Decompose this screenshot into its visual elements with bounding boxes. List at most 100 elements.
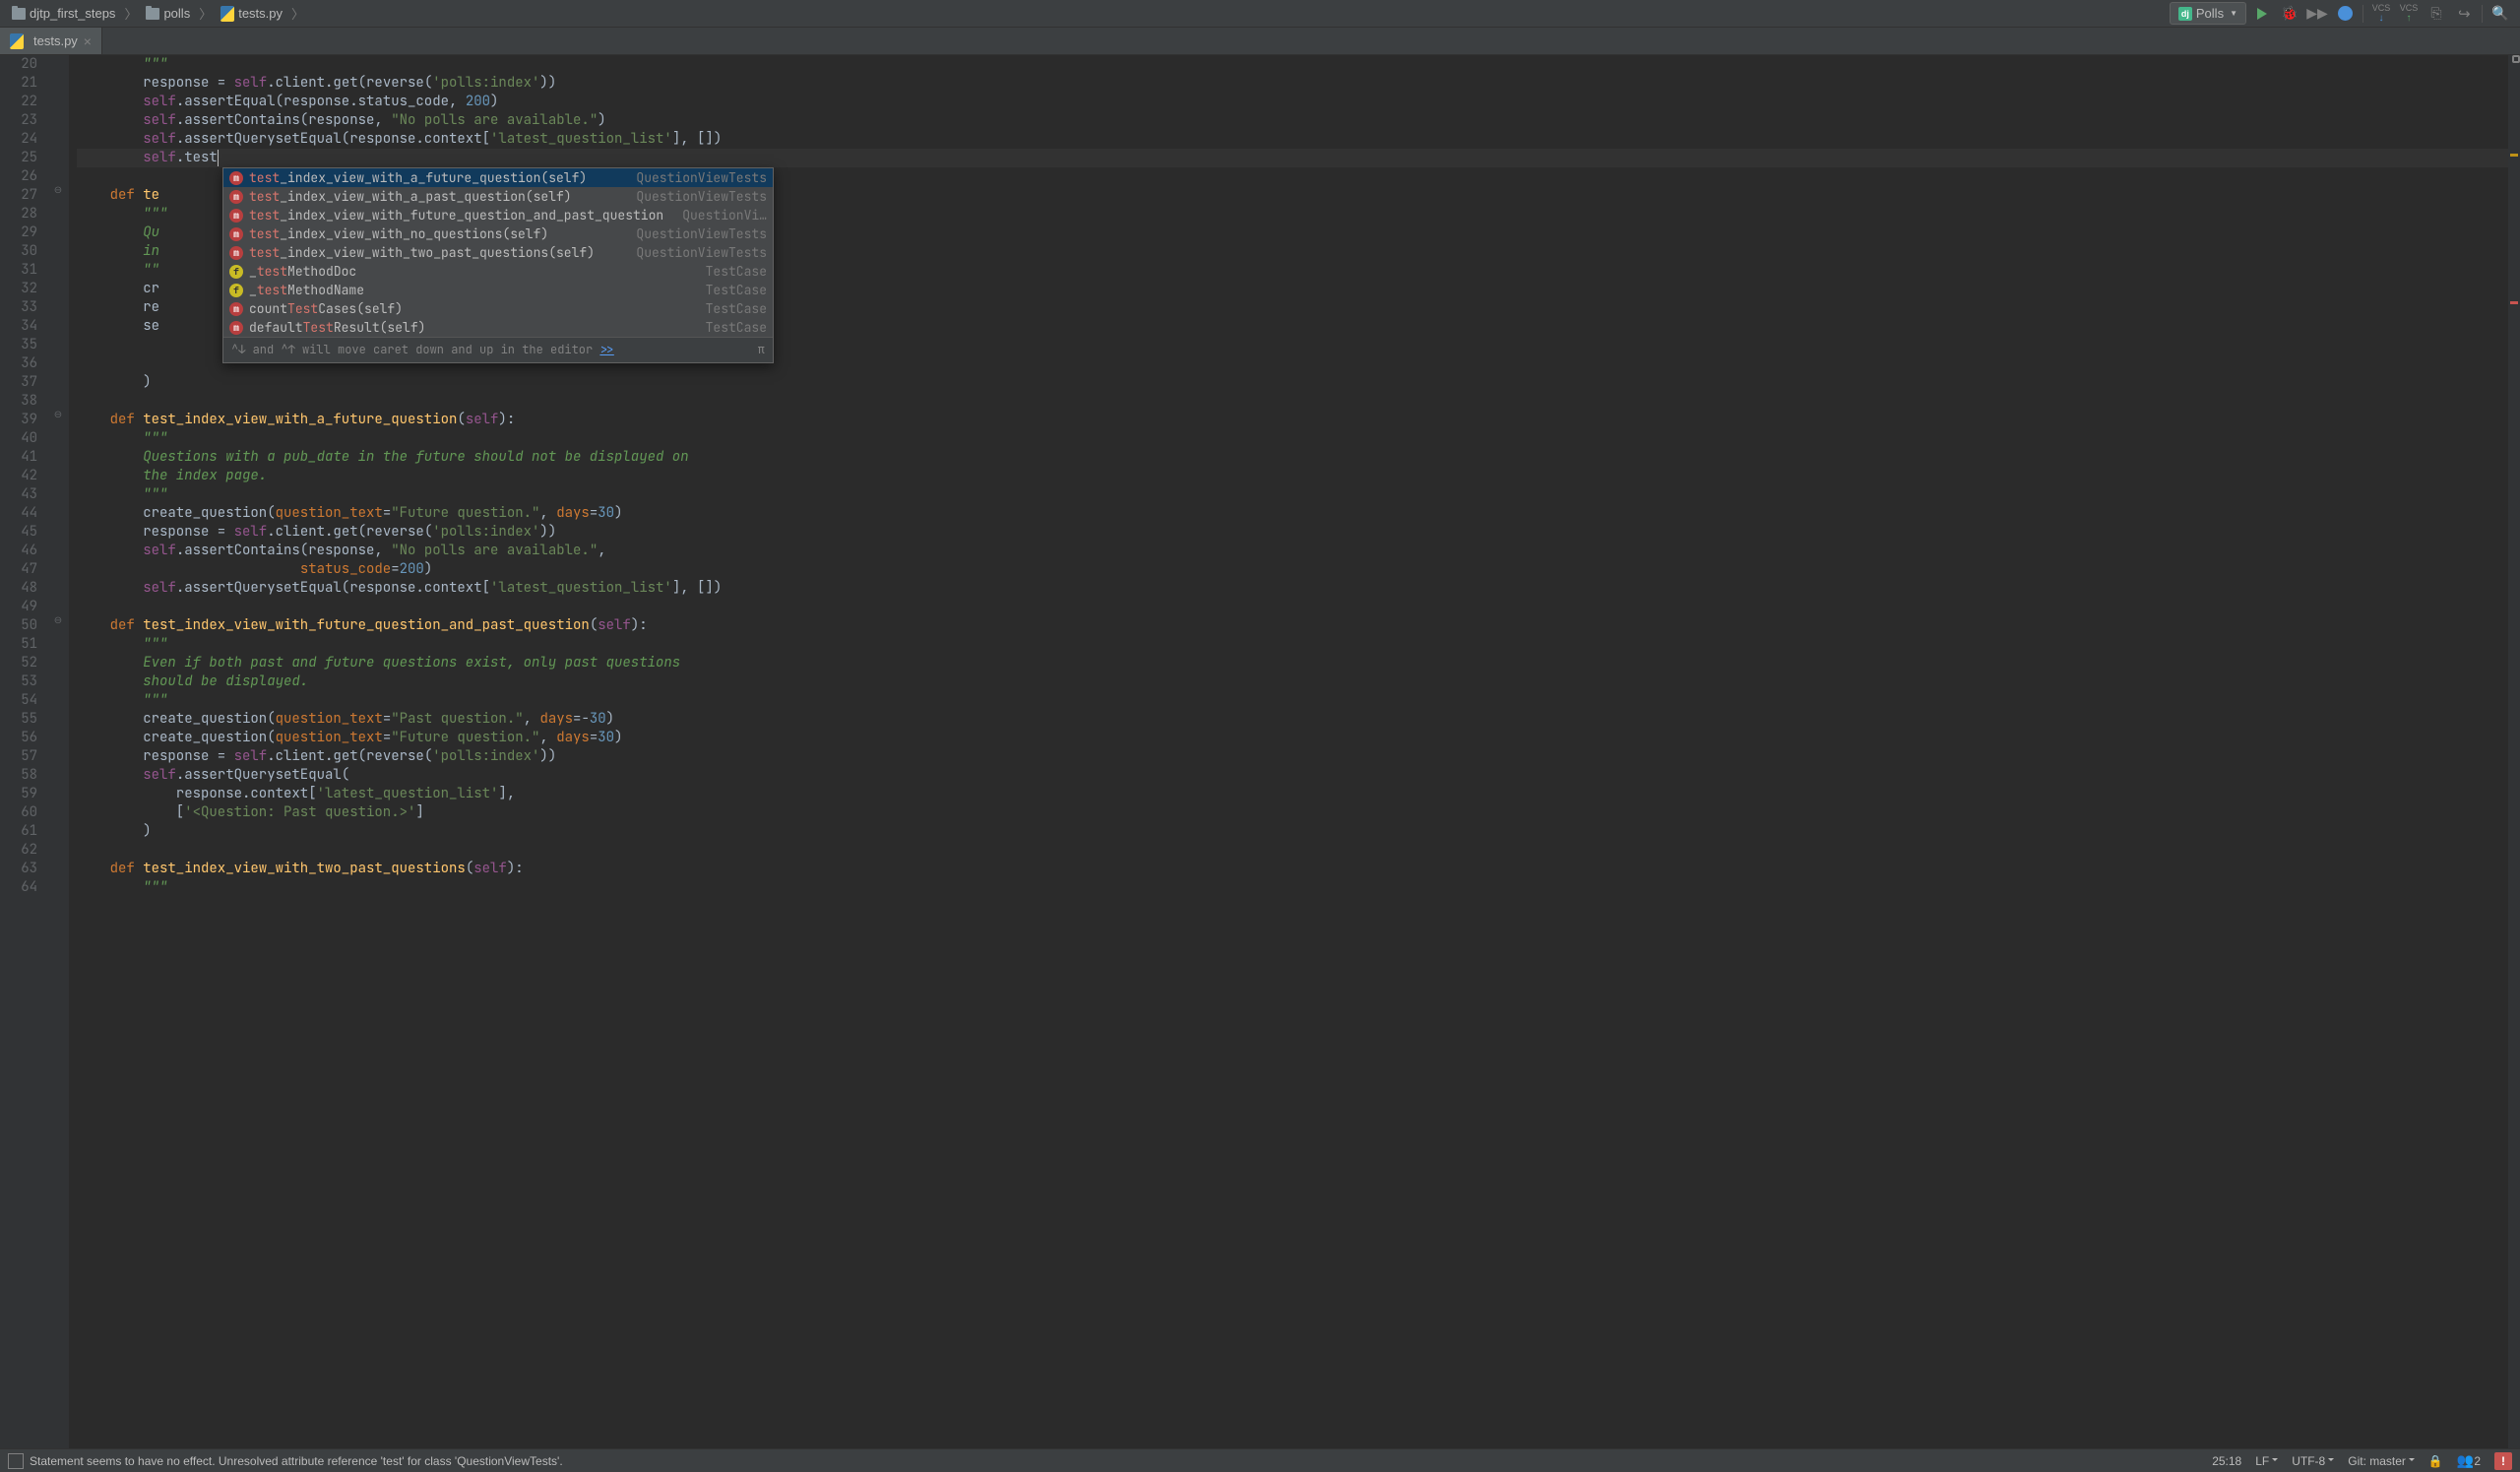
line-number-gutter[interactable]: 2021222324252627282930313233343536373839… bbox=[0, 55, 49, 1448]
coverage-button[interactable]: ▶▶ bbox=[2305, 2, 2329, 26]
line-number[interactable]: 30 bbox=[0, 242, 49, 261]
line-number[interactable]: 39 bbox=[0, 411, 49, 429]
git-branch-dropdown[interactable]: Git: master bbox=[2348, 1454, 2415, 1468]
line-number[interactable]: 51 bbox=[0, 635, 49, 654]
breadcrumb: djtp_first_steps 〉 polls 〉 tests.py 〉 bbox=[0, 4, 2170, 24]
line-number[interactable]: 43 bbox=[0, 485, 49, 504]
completion-item[interactable]: mcountTestCases(self)TestCase bbox=[223, 299, 773, 318]
scroll-handle-icon[interactable] bbox=[2512, 55, 2520, 63]
completion-link[interactable]: >> bbox=[599, 342, 613, 357]
line-number[interactable]: 50 bbox=[0, 616, 49, 635]
breadcrumb-file[interactable]: tests.py bbox=[215, 4, 288, 24]
run-button[interactable] bbox=[2250, 2, 2274, 26]
code-text: "Past question." bbox=[391, 710, 523, 728]
changelist-button[interactable]: ⎘ bbox=[2425, 2, 2448, 26]
line-number[interactable]: 33 bbox=[0, 298, 49, 317]
debug-button[interactable]: 🐞 bbox=[2278, 2, 2301, 26]
warning-marker[interactable] bbox=[2510, 154, 2518, 157]
tab-tests-py[interactable]: tests.py × bbox=[0, 28, 102, 54]
line-separator-dropdown[interactable]: LF bbox=[2255, 1454, 2278, 1468]
line-number[interactable]: 45 bbox=[0, 523, 49, 542]
line-number[interactable]: 61 bbox=[0, 822, 49, 841]
code-text: .assertContains(response, bbox=[176, 542, 391, 559]
code-text: response = bbox=[77, 747, 234, 765]
line-number[interactable]: 35 bbox=[0, 336, 49, 354]
fold-marker-icon[interactable]: ⊖ bbox=[53, 411, 63, 420]
line-number[interactable]: 34 bbox=[0, 317, 49, 336]
line-number[interactable]: 58 bbox=[0, 766, 49, 785]
code-text: def bbox=[77, 860, 143, 877]
code-editor[interactable]: """ response = self.client.get(reverse('… bbox=[69, 55, 2508, 1448]
pi-icon[interactable]: π bbox=[758, 341, 765, 359]
line-number[interactable]: 24 bbox=[0, 130, 49, 149]
line-number[interactable]: 26 bbox=[0, 167, 49, 186]
completion-item[interactable]: mtest_index_view_with_future_question_an… bbox=[223, 206, 773, 224]
line-number[interactable]: 59 bbox=[0, 785, 49, 803]
line-number[interactable]: 27 bbox=[0, 186, 49, 205]
line-number[interactable]: 32 bbox=[0, 280, 49, 298]
completion-item[interactable]: mtest_index_view_with_no_questions(self)… bbox=[223, 224, 773, 243]
code-text: ], bbox=[498, 785, 515, 802]
line-number[interactable]: 21 bbox=[0, 74, 49, 93]
line-number[interactable]: 28 bbox=[0, 205, 49, 224]
line-number[interactable]: 20 bbox=[0, 55, 49, 74]
encoding-dropdown[interactable]: UTF-8 bbox=[2292, 1454, 2334, 1468]
line-number[interactable]: 31 bbox=[0, 261, 49, 280]
line-number[interactable]: 29 bbox=[0, 224, 49, 242]
line-number[interactable]: 52 bbox=[0, 654, 49, 672]
completion-item[interactable]: f_testMethodNameTestCase bbox=[223, 281, 773, 299]
line-number[interactable]: 23 bbox=[0, 111, 49, 130]
line-number[interactable]: 49 bbox=[0, 598, 49, 616]
line-number[interactable]: 40 bbox=[0, 429, 49, 448]
vcs-pull-button[interactable]: VCS ↓ bbox=[2369, 2, 2393, 26]
error-stripe[interactable] bbox=[2508, 55, 2520, 1448]
error-notification-icon[interactable]: ! bbox=[2494, 1452, 2512, 1470]
code-text: ) bbox=[598, 111, 605, 129]
line-number[interactable]: 22 bbox=[0, 93, 49, 111]
breadcrumb-root[interactable]: djtp_first_steps bbox=[6, 4, 121, 23]
search-icon: 🔍 bbox=[2491, 5, 2508, 22]
line-number[interactable]: 54 bbox=[0, 691, 49, 710]
fold-gutter[interactable]: ⊖ ⊖ ⊖ bbox=[49, 55, 69, 1448]
close-icon[interactable]: × bbox=[84, 33, 92, 49]
completion-item[interactable]: f_testMethodDocTestCase bbox=[223, 262, 773, 281]
line-number[interactable]: 36 bbox=[0, 354, 49, 373]
code-text: , bbox=[539, 729, 556, 746]
line-number[interactable]: 47 bbox=[0, 560, 49, 579]
line-number[interactable]: 41 bbox=[0, 448, 49, 467]
line-number[interactable]: 25 bbox=[0, 149, 49, 167]
error-marker[interactable] bbox=[2510, 301, 2518, 304]
undo-button[interactable]: ↩ bbox=[2452, 2, 2476, 26]
line-number[interactable]: 55 bbox=[0, 710, 49, 729]
line-number[interactable]: 57 bbox=[0, 747, 49, 766]
completion-footer: ^↓ and ^↑ will move caret down and up in… bbox=[223, 337, 773, 362]
line-number[interactable]: 56 bbox=[0, 729, 49, 747]
vcs-push-button[interactable]: VCS ↑ bbox=[2397, 2, 2421, 26]
line-number[interactable]: 53 bbox=[0, 672, 49, 691]
line-number[interactable]: 63 bbox=[0, 860, 49, 878]
line-number[interactable]: 37 bbox=[0, 373, 49, 392]
fold-marker-icon[interactable]: ⊖ bbox=[53, 616, 63, 626]
line-number[interactable]: 44 bbox=[0, 504, 49, 523]
line-number[interactable]: 48 bbox=[0, 579, 49, 598]
line-number[interactable]: 38 bbox=[0, 392, 49, 411]
cursor-position[interactable]: 25:18 bbox=[2212, 1454, 2241, 1468]
search-button[interactable]: 🔍 bbox=[2488, 2, 2512, 26]
breadcrumb-mid[interactable]: polls bbox=[140, 4, 196, 23]
completion-item[interactable]: mtest_index_view_with_a_future_question(… bbox=[223, 168, 773, 187]
line-number[interactable]: 60 bbox=[0, 803, 49, 822]
line-number[interactable]: 64 bbox=[0, 878, 49, 897]
line-number[interactable]: 42 bbox=[0, 467, 49, 485]
globe-button[interactable] bbox=[2333, 2, 2357, 26]
line-number[interactable]: 46 bbox=[0, 542, 49, 560]
line-number[interactable]: 62 bbox=[0, 841, 49, 860]
run-config-dropdown[interactable]: dj Polls ▼ bbox=[2170, 2, 2246, 25]
status-rect-icon[interactable] bbox=[8, 1453, 24, 1469]
code-with-me-button[interactable]: 👥2 bbox=[2457, 1452, 2481, 1469]
lock-icon[interactable]: 🔒 bbox=[2428, 1454, 2443, 1468]
code-text: days bbox=[556, 504, 590, 522]
fold-marker-icon[interactable]: ⊖ bbox=[53, 186, 63, 196]
completion-item[interactable]: mdefaultTestResult(self)TestCase bbox=[223, 318, 773, 337]
completion-item[interactable]: mtest_index_view_with_two_past_questions… bbox=[223, 243, 773, 262]
completion-item[interactable]: mtest_index_view_with_a_past_question(se… bbox=[223, 187, 773, 206]
